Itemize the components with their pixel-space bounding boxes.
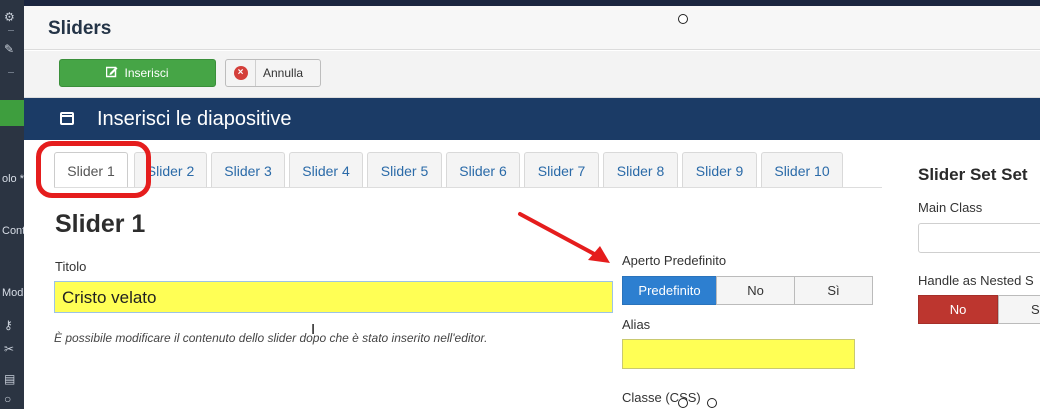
menu-divider [8, 72, 14, 73]
key-icon[interactable]: ⚷ [4, 318, 13, 332]
nested-option-no[interactable]: No [918, 295, 998, 324]
close-icon: × [233, 66, 248, 80]
nested-label: Handle as Nested S [918, 273, 1034, 288]
default-open-label: Aperto Predefinito [622, 253, 727, 268]
tab-slider-6[interactable]: Slider 6 [446, 152, 520, 188]
pin-icon[interactable]: ✎ [4, 42, 14, 56]
page-title: Sliders [48, 18, 112, 39]
cursor-marker [707, 398, 717, 408]
main-class-label: Main Class [918, 200, 983, 215]
tab-slider-8[interactable]: Slider 8 [603, 152, 678, 188]
slider-heading: Slider 1 [55, 210, 146, 238]
left-admin-menu: ⚙ ✎ olo * Cont Mod ⚷ ✂ ▤ ○ [0, 0, 24, 409]
banner-title: Inserisci le diapositive [97, 108, 292, 130]
section-banner: Inserisci le diapositive [24, 98, 1040, 140]
title-label: Titolo [55, 259, 87, 274]
tab-slider-10[interactable]: Slider 10 [761, 152, 843, 188]
tab-slider-7[interactable]: Slider 7 [524, 152, 599, 188]
edit-icon [106, 66, 118, 81]
annotation-highlight-ring [36, 141, 151, 198]
main-class-input[interactable] [918, 223, 1040, 253]
insert-label: Inserisci [124, 66, 169, 80]
cursor-marker [678, 398, 688, 408]
dashboard-icon[interactable]: ⚙ [4, 10, 15, 24]
tab-slider-3[interactable]: Slider 3 [211, 152, 285, 188]
tab-slider-5[interactable]: Slider 5 [367, 152, 442, 188]
menu-item-fragment[interactable]: Mod [0, 286, 24, 300]
default-open-option-predefinito[interactable]: Predefinito [622, 276, 717, 305]
cancel-button[interactable]: × Annulla [225, 59, 321, 87]
wrench-icon[interactable]: ✂ [4, 342, 14, 356]
default-open-option-no[interactable]: No [716, 276, 795, 305]
css-class-label: Classe (CSS) [622, 390, 701, 405]
slides-icon [60, 112, 74, 125]
menu-item-fragment[interactable]: Cont [0, 224, 24, 238]
menu-divider [8, 30, 14, 31]
cancel-icon-container: × [226, 60, 256, 86]
title-input[interactable]: Cristo velato [54, 281, 613, 313]
settings-panel-title: Slider Set Set [918, 165, 1028, 184]
text-cursor-icon: I [311, 321, 316, 338]
cursor-marker [678, 14, 688, 24]
tab-slider-9[interactable]: Slider 9 [682, 152, 757, 188]
menu-item-fragment[interactable]: olo * [0, 172, 24, 186]
toolbar: Inserisci × Annulla [24, 51, 1040, 98]
cancel-label: Annulla [263, 66, 304, 80]
default-open-option-si[interactable]: Sì [794, 276, 873, 305]
menu-active-item[interactable] [0, 100, 24, 126]
search-icon[interactable]: ○ [4, 392, 11, 406]
nested-option-si[interactable]: S [998, 295, 1040, 324]
alias-label: Alias [622, 317, 651, 332]
alias-input[interactable] [622, 339, 855, 369]
annotation-arrow [518, 212, 610, 263]
insert-button[interactable]: Inserisci [59, 59, 216, 87]
tab-slider-4[interactable]: Slider 4 [289, 152, 363, 188]
help-text: È possibile modificare il contenuto dell… [54, 331, 488, 345]
page-header: Sliders [24, 6, 1040, 50]
tabs-baseline [54, 187, 882, 188]
printer-icon[interactable]: ▤ [4, 372, 15, 386]
